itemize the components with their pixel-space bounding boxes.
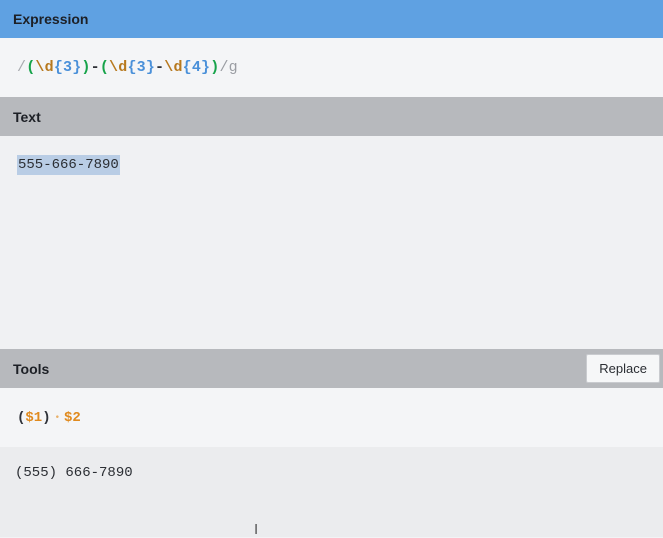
text-header: Text <box>0 97 663 136</box>
expression-header-label: Expression <box>13 11 89 27</box>
expr-token: \d <box>164 59 183 76</box>
text-cursor-icon: I <box>254 521 259 538</box>
expression-input[interactable]: / ( \d {3} ) - ( \d {3} - \d {4} ) /g <box>0 38 663 97</box>
template-close-paren: ) <box>42 409 51 426</box>
expr-token: {3} <box>53 59 82 76</box>
expr-flags: /g <box>219 59 238 76</box>
expr-token: / <box>17 59 27 76</box>
expr-token: \d <box>109 59 128 76</box>
expr-token: - <box>155 59 165 76</box>
expr-token: ( <box>26 59 36 76</box>
replace-button[interactable]: Replace <box>586 354 660 383</box>
text-input[interactable]: 555-666-7890 <box>0 136 663 349</box>
expression-header: Expression <box>0 0 663 38</box>
expr-token: \d <box>35 59 54 76</box>
expr-token: ) <box>81 59 91 76</box>
expr-token: {4} <box>182 59 211 76</box>
tools-header: Tools Replace <box>0 349 663 388</box>
replace-template-input[interactable]: ( $1 ) • $2 <box>0 388 663 447</box>
text-header-label: Text <box>13 108 41 125</box>
expr-token: ) <box>210 59 220 76</box>
text-content: 555-666-7890 <box>17 155 120 175</box>
template-open-paren: ( <box>17 409 26 426</box>
expr-token: - <box>90 59 100 76</box>
expr-token: {3} <box>127 59 156 76</box>
tools-header-label: Tools <box>13 360 50 377</box>
template-ref-1: $1 <box>25 409 43 426</box>
template-space-marker: • <box>54 412 61 423</box>
result-text: (555) 666-7890 <box>15 465 133 481</box>
expr-token: ( <box>99 59 110 76</box>
result-output: (555) 666-7890 <box>0 447 663 537</box>
template-ref-2: $2 <box>64 409 81 426</box>
